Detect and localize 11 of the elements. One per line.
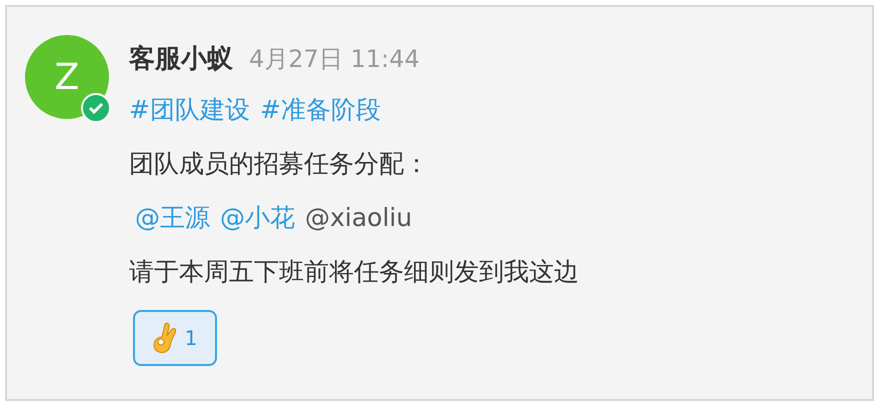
mention[interactable]: @小花	[220, 198, 295, 238]
hashtag-link[interactable]: #准备阶段	[260, 90, 381, 130]
message-text: 团队成员的招募任务分配：	[129, 148, 430, 180]
mention[interactable]: @王源	[135, 198, 210, 238]
author-name: 客服小蚁	[129, 43, 233, 76]
hashtag-link[interactable]: #团队建设	[129, 90, 250, 130]
avatar: Z	[25, 35, 109, 119]
reaction-button[interactable]: 1	[133, 310, 217, 366]
message-time: 4月27日 11:44	[249, 44, 420, 75]
message-text: 请于本周五下班前将任务细则发到我这边	[129, 256, 579, 288]
mention[interactable]: @xiaoliu	[305, 198, 412, 238]
